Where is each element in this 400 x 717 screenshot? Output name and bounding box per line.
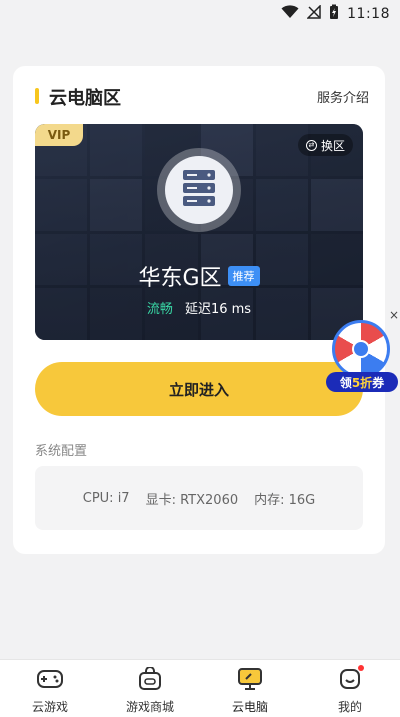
nav-item-game-store[interactable]: 游戏商城	[100, 660, 200, 715]
coupon-label: 领 5折券	[326, 372, 398, 392]
recommend-badge: 推荐	[227, 266, 260, 286]
latency-value: 延迟16 ms	[184, 302, 252, 317]
system-config-box: CPU: i7 显卡: RTX2060 内存: 16G	[35, 466, 363, 530]
gpu-spec: 显卡: RTX2060	[145, 492, 239, 508]
cpu-spec: CPU: i7	[82, 490, 130, 506]
nav-item-cloud-games[interactable]: 云游戏	[0, 660, 100, 715]
bottom-nav: 云游戏 游戏商城 云电脑 我的	[0, 659, 400, 717]
card-header: 云电脑区 服务介绍	[13, 84, 385, 109]
store-icon	[136, 666, 164, 695]
cloud-pc-card: 云电脑区 服务介绍 VIP ⇄ 换区 华东G区 推荐 流畅 延迟16 ms 立即…	[13, 66, 385, 554]
notification-dot	[358, 665, 364, 671]
connection-status: 流畅 延迟16 ms	[35, 298, 363, 317]
memory-spec: 内存: 16G	[254, 492, 316, 508]
service-intro-link[interactable]: 服务介绍	[317, 87, 369, 106]
nav-label: 云电脑	[231, 700, 268, 714]
system-config-label: 系统配置	[35, 444, 88, 459]
quality-status: 流畅	[146, 302, 173, 317]
switch-icon: ⇄	[305, 139, 317, 151]
region-row: 华东G区 推荐	[35, 260, 363, 292]
switch-region-label: 换区	[320, 138, 345, 153]
status-bar: 11:18	[0, 0, 400, 28]
no-signal-icon	[306, 4, 321, 23]
clock: 11:18	[347, 6, 390, 22]
battery-charging-icon	[329, 4, 339, 24]
wifi-icon	[281, 5, 299, 23]
accent-bar	[35, 88, 39, 104]
section-title: 云电脑区	[49, 88, 121, 109]
server-banner[interactable]: VIP ⇄ 换区 华东G区 推荐 流畅 延迟16 ms	[35, 124, 363, 340]
monitor-icon	[236, 667, 264, 695]
enter-now-button[interactable]: 立即进入	[35, 362, 363, 416]
gamepad-icon	[36, 667, 64, 695]
nav-label: 我的	[337, 700, 362, 714]
profile-icon	[336, 667, 364, 695]
nav-label: 云游戏	[31, 700, 68, 714]
switch-region-button[interactable]: ⇄ 换区	[297, 134, 353, 156]
nav-item-me[interactable]: 我的	[300, 660, 400, 715]
server-icon-ring	[157, 148, 241, 232]
vip-badge: VIP	[35, 124, 83, 146]
region-name: 华东G区	[138, 266, 222, 291]
coupon-promo-widget[interactable]: 领 5折券	[326, 320, 398, 396]
nav-item-cloud-pc[interactable]: 云电脑	[200, 660, 300, 715]
server-icon	[182, 169, 216, 211]
nav-label: 游戏商城	[125, 700, 174, 714]
